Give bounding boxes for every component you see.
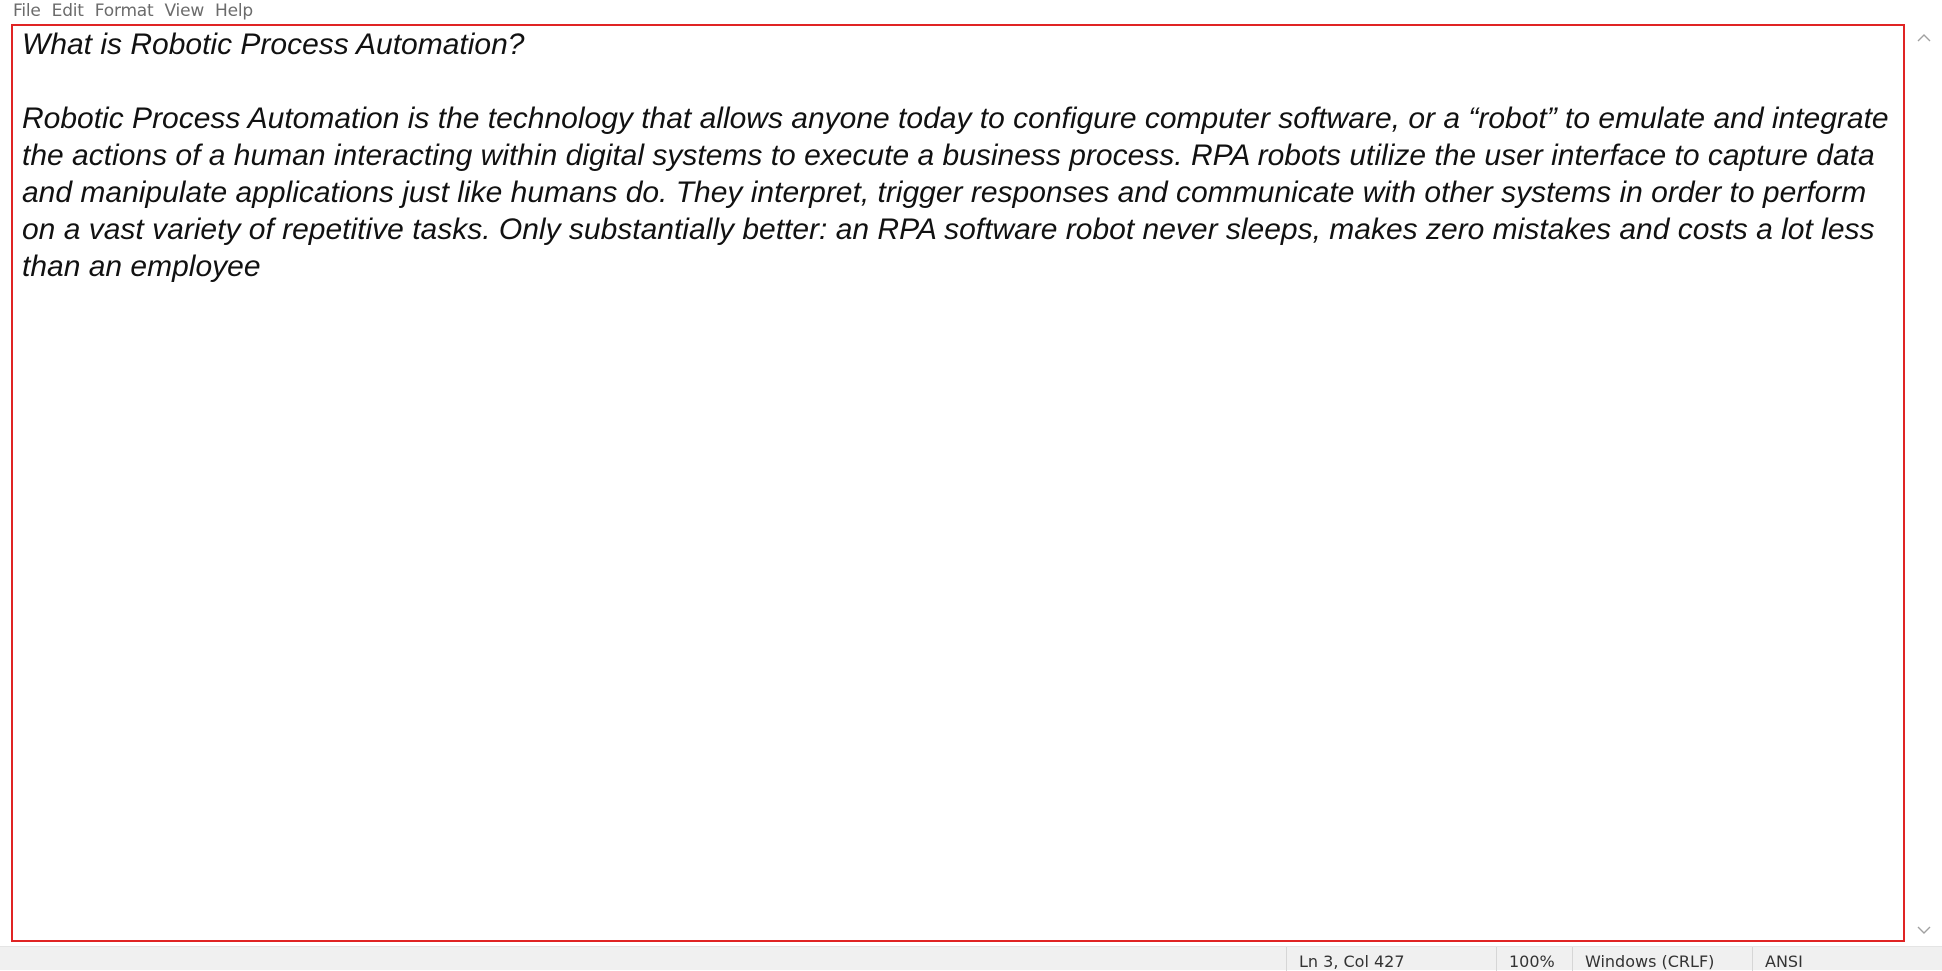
status-zoom-level: 100% bbox=[1496, 947, 1572, 971]
editor-text-content[interactable]: What is Robotic Process Automation? Robo… bbox=[22, 26, 1902, 285]
menu-view[interactable]: View bbox=[165, 0, 205, 22]
menu-help[interactable]: Help bbox=[215, 0, 253, 22]
status-bar: Ln 3, Col 427 100% Windows (CRLF) ANSI bbox=[0, 946, 1942, 971]
menu-format[interactable]: Format bbox=[95, 0, 154, 22]
status-encoding: ANSI bbox=[1752, 947, 1942, 971]
text-editor-area[interactable]: What is Robotic Process Automation? Robo… bbox=[11, 24, 1905, 942]
menu-bar: File Edit Format View Help bbox=[0, 0, 1942, 22]
menu-file[interactable]: File bbox=[13, 0, 41, 22]
status-line-ending: Windows (CRLF) bbox=[1572, 947, 1752, 971]
status-cursor-position: Ln 3, Col 427 bbox=[1286, 947, 1496, 971]
menu-edit[interactable]: Edit bbox=[52, 0, 84, 22]
chevron-up-icon[interactable] bbox=[1916, 30, 1932, 46]
vertical-scrollbar[interactable] bbox=[1906, 22, 1942, 944]
chevron-down-icon[interactable] bbox=[1916, 922, 1932, 938]
